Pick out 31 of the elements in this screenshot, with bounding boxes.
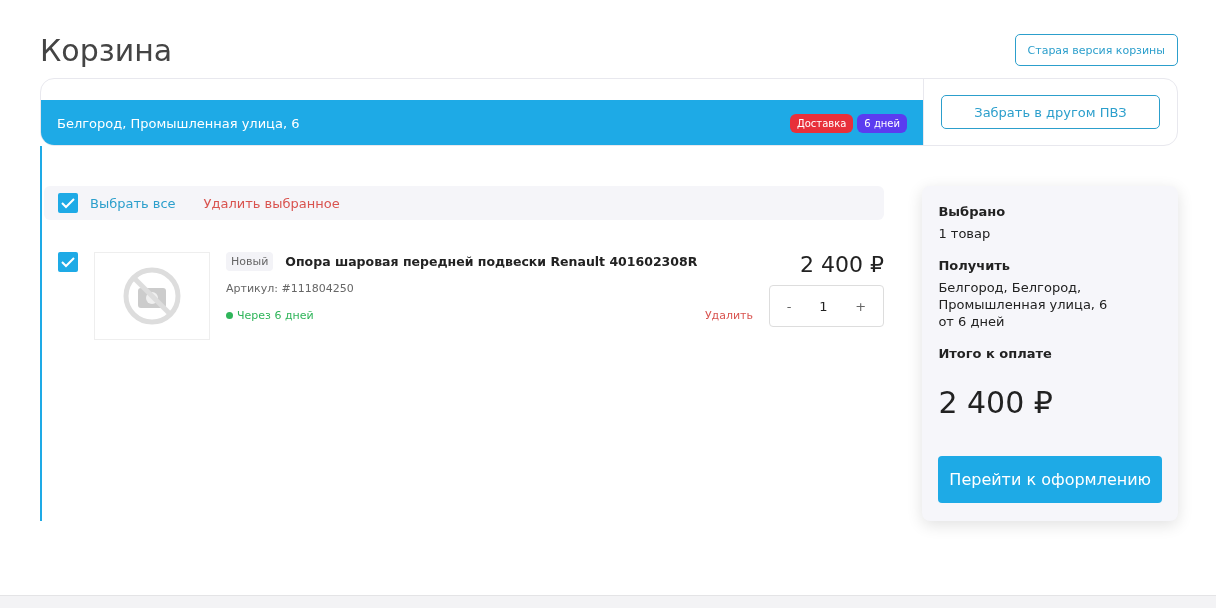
- decrease-button[interactable]: -: [780, 297, 798, 315]
- page-title: Корзина: [40, 32, 173, 68]
- item-checkbox[interactable]: [58, 252, 78, 272]
- delivery-eta: Через 6 дней: [226, 309, 314, 322]
- delete-link[interactable]: Удалить: [704, 309, 753, 322]
- delete-selected-link[interactable]: Удалить выбранное: [203, 195, 340, 211]
- summary-text: Белгород, Белгород,: [938, 279, 1083, 296]
- total-price: 2 400 ₽: [938, 385, 1054, 420]
- item-price: 2 400 ₽: [800, 252, 884, 277]
- quantity-value: 1: [819, 298, 828, 314]
- increase-button[interactable]: +: [849, 297, 873, 315]
- summary-heading: Получить: [938, 258, 1011, 273]
- select-all-checkbox[interactable]: [58, 193, 78, 213]
- delivery-address: Белгород, Промышленная улица, 6: [57, 115, 300, 131]
- change-pickup-button[interactable]: Забрать в другом ПВЗ: [941, 95, 1160, 129]
- product-name[interactable]: Опора шаровая передней подвески Renault 401602308R: [285, 254, 698, 269]
- no-photo-icon: [122, 266, 182, 326]
- select-all-link[interactable]: Выбрать все: [90, 195, 176, 211]
- summary-text: 1 товар: [938, 225, 992, 242]
- summary-heading: Итого к оплате: [938, 346, 1053, 361]
- article-number: Артикул: #111804250: [226, 282, 355, 295]
- badge: 6 дней: [857, 113, 907, 133]
- checkout-button[interactable]: Перейти к оформлению: [938, 456, 1162, 503]
- check-icon: [61, 256, 75, 268]
- old-version-button[interactable]: Старая версия корзины: [1014, 34, 1178, 66]
- check-icon: [61, 197, 75, 209]
- summary-heading: Выбрано: [938, 204, 1007, 219]
- badge: Доставка: [789, 113, 854, 133]
- summary-text: от 6 дней: [938, 313, 1006, 330]
- condition-tag: Новый: [226, 252, 274, 271]
- summary-text: Промышленная улица, 6: [938, 296, 1109, 313]
